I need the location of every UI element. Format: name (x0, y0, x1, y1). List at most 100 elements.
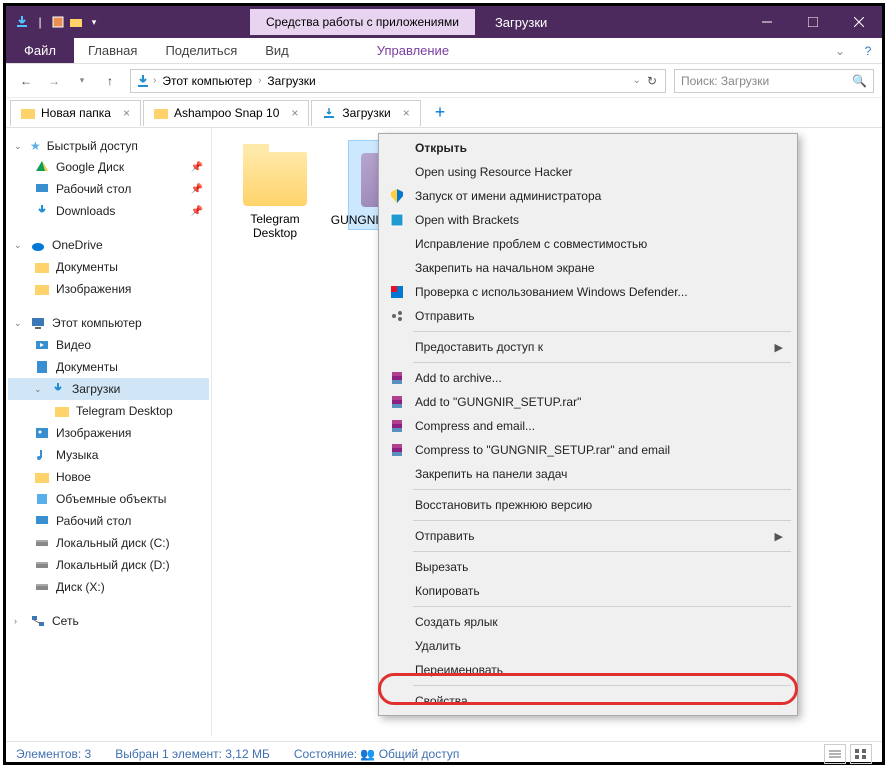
context-menu-item[interactable]: Compress to "GUNGNIR_SETUP.rar" and emai… (381, 438, 795, 462)
qat-separator: | (32, 14, 48, 30)
drive-icon (34, 557, 50, 573)
downloads-icon (14, 14, 30, 30)
breadcrumb-segment[interactable]: Этот компьютер (158, 72, 256, 90)
tree-item[interactable]: Изображения (8, 422, 209, 444)
tree-onedrive[interactable]: ⌄OneDrive (8, 234, 209, 256)
tree-this-pc[interactable]: ⌄Этот компьютер (8, 312, 209, 334)
folder-tab[interactable]: Загрузки× (311, 100, 420, 126)
file-menu[interactable]: Файл (6, 38, 74, 63)
close-tab-icon[interactable]: × (291, 106, 298, 120)
folder-tab[interactable]: Ashampoo Snap 10× (143, 100, 309, 126)
submenu-arrow-icon: ▶ (775, 341, 783, 354)
context-menu-item[interactable]: Создать ярлык (381, 610, 795, 634)
context-menu-item[interactable]: Закрепить на начальном экране (381, 256, 795, 280)
ribbon-tab-view[interactable]: Вид (251, 38, 303, 63)
breadcrumb-segment[interactable]: Загрузки (263, 72, 319, 90)
downloads-icon (34, 203, 50, 219)
tree-quick-access[interactable]: ⌄★Быстрый доступ (8, 136, 209, 156)
ribbon-tab-manage[interactable]: Управление (363, 38, 463, 63)
context-menu-item[interactable]: Отправить▶ (381, 524, 795, 548)
details-view-button[interactable] (824, 744, 846, 764)
folder-icon (54, 403, 70, 419)
context-menu-item[interactable]: Проверка с использованием Windows Defend… (381, 280, 795, 304)
gdrive-icon (34, 159, 50, 175)
context-menu-item[interactable]: Восстановить прежнюю версию (381, 493, 795, 517)
context-menu-item[interactable]: Исправление проблем с совместимостью (381, 232, 795, 256)
context-menu-item[interactable]: Запуск от имени администратора (381, 184, 795, 208)
ribbon-expand-icon[interactable]: ⌄ (826, 38, 854, 63)
3d-icon (34, 491, 50, 507)
downloads-icon (135, 73, 151, 89)
network-icon (30, 613, 46, 629)
folder-icon[interactable] (68, 14, 84, 30)
folder-icon (21, 107, 35, 119)
folder-tab[interactable]: Новая папка× (10, 100, 141, 126)
recent-dropdown-icon[interactable]: ▾ (70, 69, 94, 93)
tree-item[interactable]: Локальный диск (D:) (8, 554, 209, 576)
navigation-bar: ← → ▾ ↑ › Этот компьютер › Загрузки ⌄ ↻ … (6, 64, 882, 98)
context-menu-item[interactable]: Отправить (381, 304, 795, 328)
back-button[interactable]: ← (14, 69, 38, 93)
tree-item[interactable]: Видео (8, 334, 209, 356)
forward-button[interactable]: → (42, 69, 66, 93)
tree-item[interactable]: Изображения (8, 278, 209, 300)
pin-icon: 📌 (191, 162, 203, 173)
rar-icon (389, 394, 405, 410)
tree-item[interactable]: Telegram Desktop (8, 400, 209, 422)
context-menu-item[interactable]: Open with Brackets (381, 208, 795, 232)
rar-icon (389, 442, 405, 458)
pic-icon (34, 425, 50, 441)
tree-item-downloads[interactable]: Downloads📌 (8, 200, 209, 222)
minimize-button[interactable] (744, 6, 790, 38)
context-menu-item[interactable]: Add to "GUNGNIR_SETUP.rar" (381, 390, 795, 414)
tree-item[interactable]: Объемные объекты (8, 488, 209, 510)
refresh-icon[interactable]: ↻ (643, 74, 661, 88)
help-icon[interactable]: ? (854, 38, 882, 63)
tree-network[interactable]: ›Сеть (8, 610, 209, 632)
properties-icon[interactable] (50, 14, 66, 30)
contextual-tab-label: Средства работы с приложениями (250, 9, 475, 35)
tree-item[interactable]: Новое (8, 466, 209, 488)
drive-icon (34, 579, 50, 595)
rar-icon (389, 370, 405, 386)
tree-item[interactable]: ⌄Загрузки (8, 378, 209, 400)
tree-item[interactable]: Диск (X:) (8, 576, 209, 598)
brackets-icon (389, 212, 405, 228)
search-input[interactable]: Поиск: Загрузки 🔍 (674, 69, 874, 93)
tree-item-desktop[interactable]: Рабочий стол📌 (8, 178, 209, 200)
up-button[interactable]: ↑ (98, 69, 122, 93)
folder-icon (34, 259, 50, 275)
close-tab-icon[interactable]: × (403, 106, 410, 120)
address-bar[interactable]: › Этот компьютер › Загрузки ⌄ ↻ (130, 69, 666, 93)
close-button[interactable] (836, 6, 882, 38)
context-menu-item[interactable]: Open using Resource Hacker (381, 160, 795, 184)
context-menu-item[interactable]: Compress and email... (381, 414, 795, 438)
share-icon (389, 308, 405, 324)
context-menu-item[interactable]: Удалить (381, 634, 795, 658)
file-item-folder[interactable]: Telegram Desktop (230, 140, 320, 242)
tree-item-gdrive[interactable]: Google Диск📌 (8, 156, 209, 178)
context-menu-item[interactable]: Свойства (381, 689, 795, 713)
defender-icon (389, 284, 405, 300)
tree-item[interactable]: Рабочий стол (8, 510, 209, 532)
qat-dropdown-icon[interactable]: ▾ (86, 14, 102, 30)
address-history-icon[interactable]: ⌄ (633, 75, 641, 86)
new-tab-button[interactable]: + (423, 100, 458, 126)
context-menu-item[interactable]: Закрепить на панели задач (381, 462, 795, 486)
context-menu-item[interactable]: Вырезать (381, 555, 795, 579)
ribbon-tab-share[interactable]: Поделиться (151, 38, 251, 63)
close-tab-icon[interactable]: × (123, 106, 130, 120)
context-menu-item[interactable]: Открыть (381, 136, 795, 160)
tree-item[interactable]: Документы (8, 256, 209, 278)
ribbon-tab-home[interactable]: Главная (74, 38, 151, 63)
tree-item[interactable]: Локальный диск (C:) (8, 532, 209, 554)
maximize-button[interactable] (790, 6, 836, 38)
tree-item[interactable]: Музыка (8, 444, 209, 466)
context-menu-item[interactable]: Предоставить доступ к▶ (381, 335, 795, 359)
context-menu-item[interactable]: Add to archive... (381, 366, 795, 390)
folder-icon (243, 152, 307, 206)
tree-item[interactable]: Документы (8, 356, 209, 378)
context-menu-item[interactable]: Переименовать (381, 658, 795, 682)
context-menu-item[interactable]: Копировать (381, 579, 795, 603)
icons-view-button[interactable] (850, 744, 872, 764)
